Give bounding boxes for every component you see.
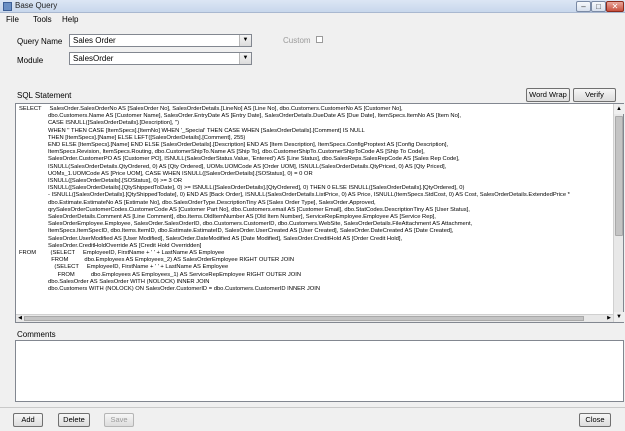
word-wrap-button[interactable]: Word Wrap	[526, 88, 570, 102]
menu-tools[interactable]: Tools	[33, 15, 52, 24]
verify-button[interactable]: Verify	[573, 88, 616, 102]
close-button[interactable]: Close	[579, 413, 611, 427]
menu-bar: File Tools Help	[0, 13, 625, 26]
sql-editor[interactable]: SELECT SalesOrder.SalesOrderNo AS [Sales…	[15, 103, 624, 323]
custom-checkbox[interactable]	[316, 36, 323, 43]
divider	[0, 407, 625, 408]
chevron-down-icon[interactable]: ▼	[239, 53, 251, 64]
sql-statement-label: SQL Statement	[17, 91, 72, 100]
menu-file[interactable]: File	[6, 15, 19, 24]
add-button[interactable]: Add	[13, 413, 43, 427]
module-select[interactable]: SalesOrder ▼	[69, 52, 252, 65]
query-name-value: Sales Order	[73, 36, 116, 45]
window-title: Base Query	[15, 1, 58, 10]
comments-textarea[interactable]	[15, 340, 624, 402]
maximize-button[interactable]: □	[591, 1, 606, 12]
custom-label: Custom	[283, 36, 311, 45]
scroll-right-icon[interactable]: ▶	[605, 315, 613, 322]
scroll-up-icon[interactable]: ▲	[614, 104, 624, 114]
close-window-button[interactable]: ✕	[606, 1, 624, 12]
scroll-thumb[interactable]	[615, 116, 623, 236]
minimize-button[interactable]: –	[576, 1, 591, 12]
app-icon	[3, 2, 12, 11]
delete-button[interactable]: Delete	[58, 413, 90, 427]
menu-help[interactable]: Help	[62, 15, 78, 24]
sql-vertical-scrollbar[interactable]: ▲ ▼	[613, 104, 624, 322]
title-bar: Base Query – □ ✕	[0, 0, 625, 13]
scroll-thumb[interactable]	[24, 316, 584, 321]
chevron-down-icon[interactable]: ▼	[239, 35, 251, 46]
module-label: Module	[17, 56, 44, 65]
module-value: SalesOrder	[73, 54, 114, 63]
scroll-down-icon[interactable]: ▼	[614, 312, 624, 322]
sql-horizontal-scrollbar[interactable]: ◀ ▶	[16, 314, 613, 322]
query-name-select[interactable]: Sales Order ▼	[69, 34, 252, 47]
save-button[interactable]: Save	[104, 413, 134, 427]
query-name-label: Query Name	[17, 37, 63, 46]
scroll-left-icon[interactable]: ◀	[16, 315, 24, 322]
sql-text[interactable]: SELECT SalesOrder.SalesOrderNo AS [Sales…	[19, 106, 570, 293]
comments-label: Comments	[17, 330, 56, 339]
